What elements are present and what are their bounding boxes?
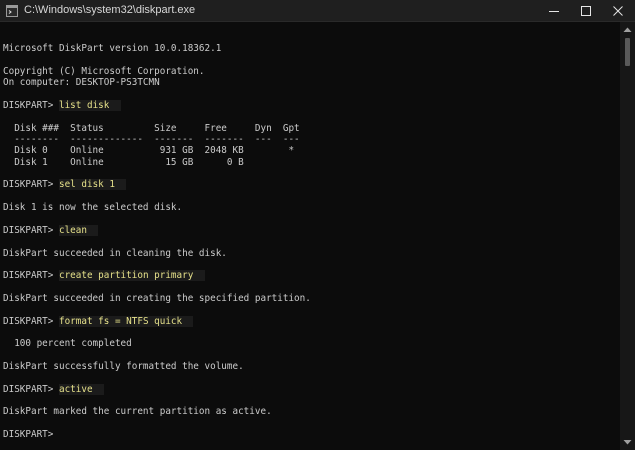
- output-line: DiskPart succeeded in creating the speci…: [3, 292, 311, 304]
- command-text: format fs = NTFS quick: [58, 315, 183, 327]
- scrollbar-thumb[interactable]: [625, 38, 630, 66]
- prompt-line: DISKPART> create partition primary: [3, 270, 311, 282]
- prompt-line: DISKPART> clean: [3, 224, 311, 236]
- console-lines: Microsoft DiskPart version 10.0.18362.1 C…: [3, 32, 311, 440]
- vertical-scrollbar[interactable]: [620, 22, 635, 450]
- prompt-line: DISKPART>: [3, 429, 311, 440]
- command-text: create partition primary: [58, 270, 194, 282]
- minimize-icon: [549, 11, 559, 12]
- output-line: Microsoft DiskPart version 10.0.18362.1: [3, 43, 222, 55]
- prompt-text: DISKPART>: [3, 383, 59, 395]
- output-line: 100 percent completed: [3, 338, 132, 350]
- command-highlight-pad: [92, 383, 104, 395]
- command-highlight-pad: [109, 100, 121, 112]
- prompt-line: DISKPART> format fs = NTFS quick: [3, 315, 311, 327]
- prompt-line: DISKPART> list disk: [3, 100, 311, 112]
- prompt-line: DISKPART> sel disk 1: [3, 179, 311, 191]
- scroll-down-arrow-icon[interactable]: [623, 439, 632, 446]
- command-highlight-pad: [114, 179, 127, 191]
- output-line: DiskPart succeeded in cleaning the disk.: [3, 247, 227, 259]
- maximize-button[interactable]: [570, 0, 602, 22]
- prompt-text: DISKPART>: [3, 315, 59, 327]
- console-app-icon: [6, 5, 18, 17]
- output-line: Disk 1 Online 15 GB 0 B: [3, 156, 244, 168]
- command-text: active: [58, 383, 93, 395]
- command-highlight-pad: [86, 224, 99, 236]
- output-line: -------- ------------- ------- ------- -…: [3, 134, 300, 146]
- output-line: DiskPart successfully formatted the volu…: [3, 360, 244, 372]
- scroll-up-arrow-icon[interactable]: [623, 26, 632, 33]
- console-output[interactable]: Microsoft DiskPart version 10.0.18362.1 C…: [0, 22, 620, 450]
- prompt-line: DISKPART> active: [3, 383, 311, 395]
- command-highlight-pad: [182, 315, 194, 327]
- output-line: Disk ### Status Size Free Dyn Gpt: [3, 122, 300, 134]
- output-line: On computer: DESKTOP-PS3TCMN: [3, 77, 160, 89]
- prompt-text: DISKPART>: [3, 429, 59, 441]
- output-line: Copyright (C) Microsoft Corporation.: [3, 66, 205, 78]
- output-line: Disk 0 Online 931 GB 2048 KB *: [3, 145, 295, 157]
- command-text: list disk: [58, 100, 110, 112]
- prompt-text: DISKPART>: [3, 179, 59, 191]
- command-text: sel disk 1: [58, 179, 115, 191]
- command-text: clean: [58, 224, 87, 236]
- close-button[interactable]: [602, 0, 634, 22]
- output-line: Disk 1 is now the selected disk.: [3, 202, 183, 214]
- window-title: C:\Windows\system32\diskpart.exe: [24, 4, 196, 16]
- prompt-text: DISKPART>: [3, 224, 59, 236]
- output-line: DiskPart marked the current partition as…: [3, 406, 272, 418]
- maximize-icon: [581, 6, 591, 16]
- prompt-text: DISKPART>: [3, 100, 59, 112]
- close-icon: [613, 6, 623, 16]
- minimize-button[interactable]: [538, 0, 570, 22]
- prompt-text: DISKPART>: [3, 270, 59, 282]
- command-highlight-pad: [193, 270, 205, 282]
- title-bar[interactable]: C:\Windows\system32\diskpart.exe: [0, 0, 635, 22]
- console-window: C:\Windows\system32\diskpart.exe Microso…: [0, 0, 635, 450]
